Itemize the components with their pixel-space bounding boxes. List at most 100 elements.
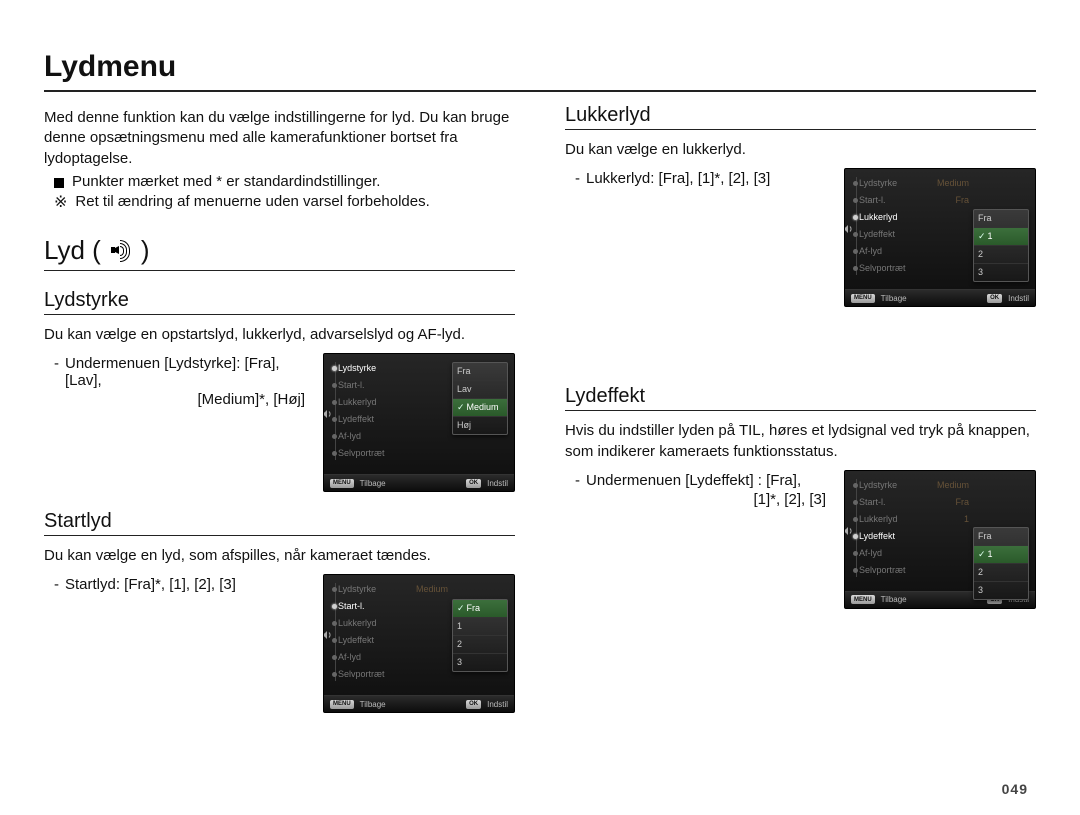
speaker-icon — [323, 629, 333, 641]
screenshot-footer: MENUTilbageOKIndstil — [845, 289, 1035, 306]
menu-item[interactable]: Af-lyd — [338, 428, 408, 445]
menu-item[interactable]: Lydeffekt — [859, 226, 929, 243]
lydstyrke-desc: Du kan vælge en opstartslyd, lukkerlyd, … — [44, 325, 515, 345]
screenshot-footer: MENU Tilbage OK Indstil — [324, 695, 514, 712]
startlyd-opt-line1: Startlyd: [Fra]*, [1], [2], [3] — [65, 576, 236, 593]
menu-item[interactable]: Start-l. — [859, 192, 929, 209]
lydeffekt-options: -Undermenuen [Lydeffekt] : [Fra], [1]*, … — [565, 470, 830, 508]
startlyd-heading: Startlyd — [44, 510, 515, 536]
lyd-heading: Lyd ( ) — [44, 235, 515, 271]
page-number: 049 — [1002, 781, 1028, 797]
popup-option[interactable]: 2 — [453, 636, 507, 654]
menu-item[interactable]: Selvportræt — [338, 445, 408, 462]
menu-item[interactable]: Lydstyrke — [338, 360, 408, 377]
menu-item[interactable]: Af-lyd — [859, 243, 929, 260]
menu-item[interactable]: Selvportræt — [859, 260, 929, 277]
footer-back-label: Tilbage — [881, 595, 907, 604]
screenshot-startlyd: LydstyrkeStart-l.LukkerlydLydeffektAf-ly… — [323, 574, 515, 713]
screenshot-lukkerlyd: LydstyrkeStart-l.LukkerlydLydeffektAf-ly… — [844, 168, 1036, 307]
menu-value: Fra — [929, 494, 969, 511]
menu-value: 1 — [929, 511, 969, 528]
menu-item[interactable]: Lukkerlyd — [859, 511, 929, 528]
screenshot-lydeffekt: LydstyrkeStart-l.LukkerlydLydeffektAf-ly… — [844, 470, 1036, 609]
menu-item[interactable]: Lydstyrke — [338, 581, 408, 598]
menu-item[interactable]: Lydeffekt — [859, 528, 929, 545]
popup-option[interactable]: Lav — [453, 381, 507, 399]
lydeffekt-desc: Hvis du indstiller lyden på TIL, høres e… — [565, 421, 1036, 462]
lydstyrke-options: -Undermenuen [Lydstyrke]: [Fra], [Lav], … — [44, 353, 309, 408]
menu-key-icon: MENU — [851, 595, 875, 604]
lukkerlyd-heading: Lukkerlyd — [565, 104, 1036, 130]
page: Lydmenu Med denne funktion kan du vælge … — [0, 0, 1080, 815]
lydstyrke-opt-line1: Undermenuen [Lydstyrke]: [Fra], [Lav], — [65, 355, 309, 389]
menu-item[interactable]: Af-lyd — [859, 545, 929, 562]
lukkerlyd-row: -Lukkerlyd: [Fra], [1]*, [2], [3] Lydsty… — [565, 168, 1036, 307]
menu-item[interactable]: Lydstyrke — [859, 175, 929, 192]
footer-set-label: Indstil — [487, 700, 508, 709]
speaker-icon — [111, 241, 131, 259]
lydstyrke-opt-line2: [Medium]*, [Høj] — [44, 391, 309, 408]
popup-option[interactable]: 2 — [974, 564, 1028, 582]
menu-item[interactable]: Lydeffekt — [338, 411, 408, 428]
lyd-heading-close: ) — [141, 235, 150, 266]
option-popup[interactable]: Fra123 — [452, 599, 508, 672]
note-disclaimer-text: Ret til ændring af menuerne uden varsel … — [75, 193, 429, 211]
menu-value: Medium — [929, 477, 969, 494]
option-popup[interactable]: Fra123 — [973, 209, 1029, 282]
left-column: Med denne funktion kan du vælge indstill… — [44, 104, 515, 713]
ok-key-icon: OK — [466, 479, 481, 488]
menu-item[interactable]: Lydstyrke — [859, 477, 929, 494]
speaker-icon — [323, 408, 333, 420]
menu-item[interactable]: Lukkerlyd — [859, 209, 929, 226]
popup-option[interactable]: 3 — [974, 264, 1028, 281]
screenshot-lydstyrke: LydstyrkeStart-l.LukkerlydLydeffektAf-ly… — [323, 353, 515, 492]
speaker-icon — [844, 525, 854, 537]
page-title: Lydmenu — [44, 50, 1036, 92]
lydeffekt-opt-line2: [1]*, [2], [3] — [565, 491, 830, 508]
menu-key-icon: MENU — [330, 700, 354, 709]
lukkerlyd-desc: Du kan vælge en lukkerlyd. — [565, 140, 1036, 160]
speaker-icon — [844, 223, 854, 235]
reference-mark-icon: ※ — [54, 195, 67, 211]
popup-option[interactable]: Fra — [974, 210, 1028, 228]
menu-item[interactable]: Start-l. — [859, 494, 929, 511]
menu-item[interactable]: Selvportræt — [338, 666, 408, 683]
footer-back-label: Tilbage — [881, 294, 907, 303]
menu-item[interactable]: Lukkerlyd — [338, 615, 408, 632]
menu-item[interactable]: Start-l. — [338, 598, 408, 615]
option-popup[interactable]: FraLavMediumHøj — [452, 362, 508, 435]
popup-option[interactable]: 1 — [453, 618, 507, 636]
right-column: Lukkerlyd Du kan vælge en lukkerlyd. -Lu… — [565, 104, 1036, 713]
menu-item[interactable]: Lydeffekt — [338, 632, 408, 649]
popup-option[interactable]: 1 — [974, 546, 1028, 564]
columns: Med denne funktion kan du vælge indstill… — [44, 104, 1036, 713]
footer-back-label: Tilbage — [360, 700, 386, 709]
popup-option[interactable]: Fra — [453, 600, 507, 618]
footer-set-label: Indstil — [487, 479, 508, 488]
popup-option[interactable]: 3 — [453, 654, 507, 671]
option-popup[interactable]: Fra123 — [973, 527, 1029, 600]
popup-option[interactable]: Fra — [974, 528, 1028, 546]
popup-option[interactable]: Medium — [453, 399, 507, 417]
popup-option[interactable]: Fra — [453, 363, 507, 381]
menu-key-icon: MENU — [330, 479, 354, 488]
popup-option[interactable]: 2 — [974, 246, 1028, 264]
ok-key-icon: OK — [987, 294, 1002, 303]
menu-key-icon: MENU — [851, 294, 875, 303]
popup-option[interactable]: 3 — [974, 582, 1028, 599]
lukkerlyd-options: -Lukkerlyd: [Fra], [1]*, [2], [3] — [565, 168, 830, 189]
lukkerlyd-opt-line1: Lukkerlyd: [Fra], [1]*, [2], [3] — [586, 170, 770, 187]
menu-item[interactable]: Af-lyd — [338, 649, 408, 666]
lyd-heading-text: Lyd ( — [44, 235, 101, 266]
ok-key-icon: OK — [466, 700, 481, 709]
menu-item[interactable]: Lukkerlyd — [338, 394, 408, 411]
menu-item[interactable]: Selvportræt — [859, 562, 929, 579]
menu-item[interactable]: Start-l. — [338, 377, 408, 394]
intro-text: Med denne funktion kan du vælge indstill… — [44, 108, 515, 169]
menu-value: Medium — [408, 581, 448, 598]
popup-option[interactable]: Høj — [453, 417, 507, 434]
note-standard: Punkter mærket med * er standardindstill… — [54, 173, 515, 190]
popup-option[interactable]: 1 — [974, 228, 1028, 246]
footer-back-label: Tilbage — [360, 479, 386, 488]
menu-value: Fra — [929, 192, 969, 209]
